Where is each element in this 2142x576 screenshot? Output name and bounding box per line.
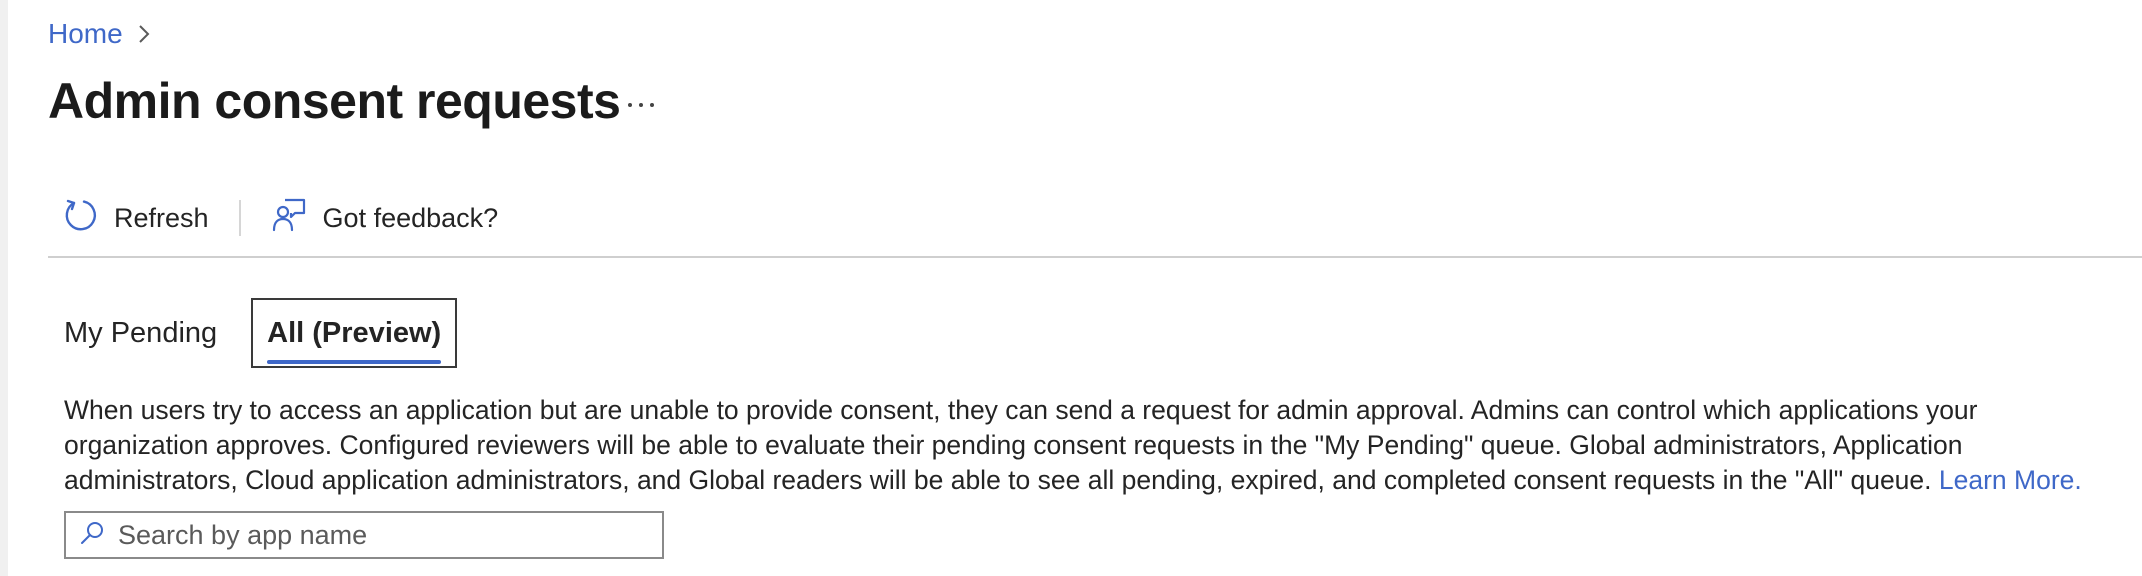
tab-my-pending[interactable]: My Pending <box>48 298 233 368</box>
command-bar: Refresh Got feedback? <box>48 190 514 246</box>
feedback-label: Got feedback? <box>322 202 499 233</box>
more-icon <box>626 96 656 114</box>
tab-list: My Pending All (Preview) <box>48 298 458 368</box>
refresh-button[interactable]: Refresh <box>48 190 225 246</box>
feedback-icon <box>271 197 307 240</box>
page-title: Admin consent requests <box>48 73 621 129</box>
tab-label: All (Preview) <box>267 316 442 349</box>
left-rail <box>0 0 8 576</box>
more-options-button[interactable] <box>624 88 658 122</box>
selected-tab-indicator <box>267 360 442 364</box>
search-box <box>64 511 664 559</box>
refresh-icon <box>62 197 98 240</box>
search-input[interactable] <box>116 518 650 552</box>
tab-all-preview[interactable]: All (Preview) <box>251 298 458 368</box>
description-text: When users try to access an application … <box>64 393 2124 498</box>
page: Home Admin consent requests Refresh Got … <box>0 0 2142 576</box>
search-icon <box>78 519 106 552</box>
feedback-button[interactable]: Got feedback? <box>255 190 515 246</box>
toolbar-separator <box>238 200 241 236</box>
breadcrumb-home-link[interactable]: Home <box>48 18 123 50</box>
refresh-label: Refresh <box>114 202 209 233</box>
tab-label: My Pending <box>64 316 218 349</box>
chevron-right-icon <box>137 23 151 45</box>
description-body: When users try to access an application … <box>64 395 1978 495</box>
learn-more-link[interactable]: Learn More. <box>1939 465 2082 495</box>
toolbar-divider <box>48 256 2142 258</box>
breadcrumb: Home <box>48 18 151 50</box>
